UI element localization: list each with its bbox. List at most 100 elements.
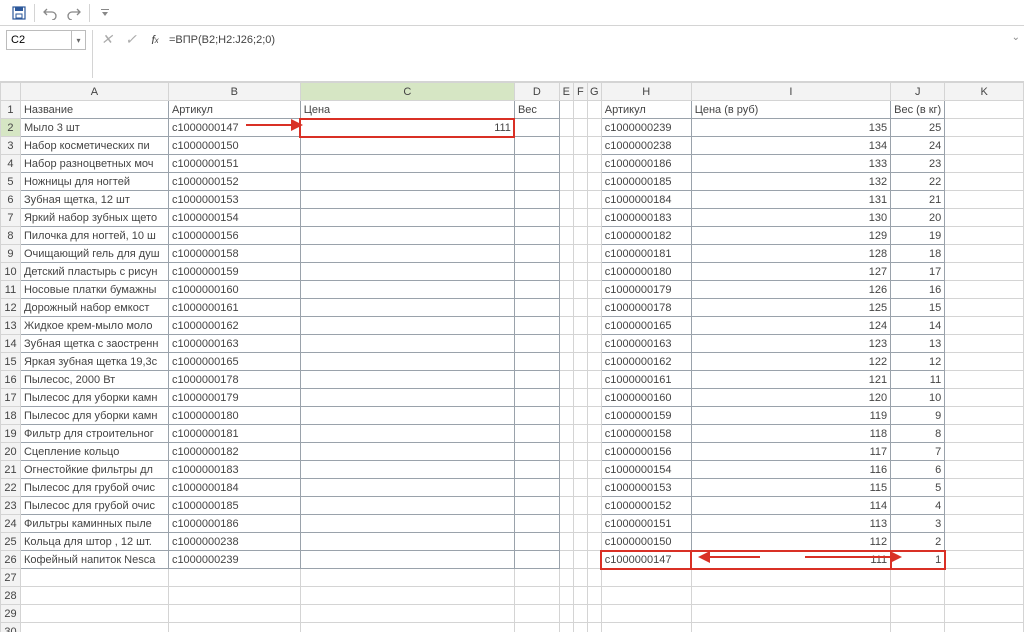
cell-H10[interactable]: c1000000180	[601, 263, 691, 281]
cell-K23[interactable]	[945, 497, 1024, 515]
cell-G4[interactable]	[587, 155, 601, 173]
cell-F3[interactable]	[573, 137, 587, 155]
cell-J13[interactable]: 14	[891, 317, 945, 335]
cell-B2[interactable]: c1000000147	[168, 119, 300, 137]
cell-H15[interactable]: c1000000162	[601, 353, 691, 371]
row-header-25[interactable]: 25	[1, 533, 21, 551]
cell-D25[interactable]	[514, 533, 559, 551]
cell-F6[interactable]	[573, 191, 587, 209]
cell-D15[interactable]	[514, 353, 559, 371]
cell-J14[interactable]: 13	[891, 335, 945, 353]
cell-J7[interactable]: 20	[891, 209, 945, 227]
cell-E29[interactable]	[559, 605, 573, 623]
cell-A13[interactable]: Жидкое крем-мыло моло	[20, 317, 168, 335]
cell-I4[interactable]: 133	[691, 155, 890, 173]
col-header-E[interactable]: E	[559, 83, 573, 101]
cell-B25[interactable]: c1000000238	[168, 533, 300, 551]
cell-E13[interactable]	[559, 317, 573, 335]
cell-J20[interactable]: 7	[891, 443, 945, 461]
cell-C28[interactable]	[300, 587, 514, 605]
cell-E25[interactable]	[559, 533, 573, 551]
cell-G7[interactable]	[587, 209, 601, 227]
cell-G11[interactable]	[587, 281, 601, 299]
cell-F15[interactable]	[573, 353, 587, 371]
cell-G25[interactable]	[587, 533, 601, 551]
row-header-1[interactable]: 1	[1, 101, 21, 119]
row-header-23[interactable]: 23	[1, 497, 21, 515]
cell-B20[interactable]: c1000000182	[168, 443, 300, 461]
cell-I22[interactable]: 115	[691, 479, 890, 497]
cell-J12[interactable]: 15	[891, 299, 945, 317]
cell-J10[interactable]: 17	[891, 263, 945, 281]
cell-F21[interactable]	[573, 461, 587, 479]
col-header-F[interactable]: F	[573, 83, 587, 101]
cell-C5[interactable]	[300, 173, 514, 191]
col-header-H[interactable]: H	[601, 83, 691, 101]
cell-D26[interactable]	[514, 551, 559, 569]
cell-A18[interactable]: Пылесос для уборки камн	[20, 407, 168, 425]
cell-H2[interactable]: c1000000239	[601, 119, 691, 137]
cell-G15[interactable]	[587, 353, 601, 371]
row-header-14[interactable]: 14	[1, 335, 21, 353]
cell-K21[interactable]	[945, 461, 1024, 479]
cell-I19[interactable]: 118	[691, 425, 890, 443]
cell-E19[interactable]	[559, 425, 573, 443]
cell-K7[interactable]	[945, 209, 1024, 227]
cell-D17[interactable]	[514, 389, 559, 407]
cell-D12[interactable]	[514, 299, 559, 317]
cell-A4[interactable]: Набор разноцветных моч	[20, 155, 168, 173]
cell-F22[interactable]	[573, 479, 587, 497]
cell-C21[interactable]	[300, 461, 514, 479]
cell-I9[interactable]: 128	[691, 245, 890, 263]
cell-C11[interactable]	[300, 281, 514, 299]
cell-A14[interactable]: Зубная щетка с заостренн	[20, 335, 168, 353]
cell-A22[interactable]: Пылесос для грубой очис	[20, 479, 168, 497]
select-all-corner[interactable]	[1, 83, 21, 101]
cell-J27[interactable]	[891, 569, 945, 587]
cell-A1[interactable]: Название	[20, 101, 168, 119]
cell-C29[interactable]	[300, 605, 514, 623]
cell-E14[interactable]	[559, 335, 573, 353]
row-header-5[interactable]: 5	[1, 173, 21, 191]
cell-E4[interactable]	[559, 155, 573, 173]
cell-C6[interactable]	[300, 191, 514, 209]
cell-J26[interactable]: 1	[891, 551, 945, 569]
row-header-18[interactable]: 18	[1, 407, 21, 425]
cell-A2[interactable]: Мыло 3 шт	[20, 119, 168, 137]
cell-H4[interactable]: c1000000186	[601, 155, 691, 173]
cell-G9[interactable]	[587, 245, 601, 263]
cell-K26[interactable]	[945, 551, 1024, 569]
cell-F23[interactable]	[573, 497, 587, 515]
cell-G22[interactable]	[587, 479, 601, 497]
cell-C12[interactable]	[300, 299, 514, 317]
name-box-input[interactable]	[6, 30, 72, 50]
cell-E2[interactable]	[559, 119, 573, 137]
formula-input[interactable]: =ВПР(B2;H2:J26;2;0)	[163, 30, 1018, 50]
row-header-28[interactable]: 28	[1, 587, 21, 605]
cell-J18[interactable]: 9	[891, 407, 945, 425]
cell-C19[interactable]	[300, 425, 514, 443]
cell-B16[interactable]: c1000000178	[168, 371, 300, 389]
cell-B22[interactable]: c1000000184	[168, 479, 300, 497]
cell-F24[interactable]	[573, 515, 587, 533]
cell-G28[interactable]	[587, 587, 601, 605]
cell-G20[interactable]	[587, 443, 601, 461]
cell-F18[interactable]	[573, 407, 587, 425]
cell-D1[interactable]: Вес	[514, 101, 559, 119]
cell-H9[interactable]: c1000000181	[601, 245, 691, 263]
row-header-21[interactable]: 21	[1, 461, 21, 479]
col-header-D[interactable]: D	[514, 83, 559, 101]
cell-C3[interactable]	[300, 137, 514, 155]
cell-A27[interactable]	[20, 569, 168, 587]
cell-I3[interactable]: 134	[691, 137, 890, 155]
cell-K14[interactable]	[945, 335, 1024, 353]
cell-F12[interactable]	[573, 299, 587, 317]
cell-J5[interactable]: 22	[891, 173, 945, 191]
undo-icon[interactable]	[39, 2, 61, 24]
row-header-13[interactable]: 13	[1, 317, 21, 335]
row-header-15[interactable]: 15	[1, 353, 21, 371]
cell-D23[interactable]	[514, 497, 559, 515]
cell-E7[interactable]	[559, 209, 573, 227]
cell-H25[interactable]: c1000000150	[601, 533, 691, 551]
cell-E8[interactable]	[559, 227, 573, 245]
